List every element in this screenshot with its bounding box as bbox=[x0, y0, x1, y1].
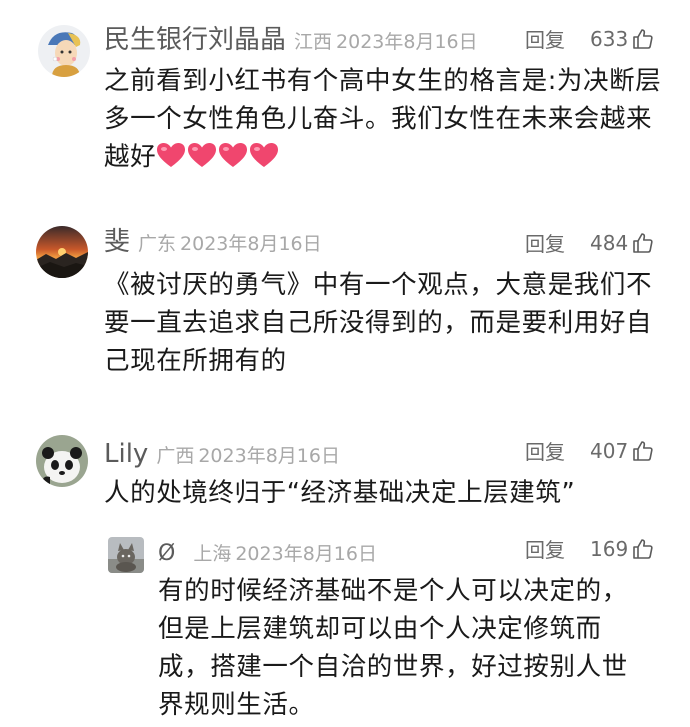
comment-3: Lily 广西 2023年8月16日 回复 407 人的处境终归于“经济基础决定上层… bbox=[0, 415, 690, 525]
like-button[interactable]: 407 bbox=[590, 439, 655, 463]
user-avatar[interactable] bbox=[38, 25, 90, 77]
username[interactable]: Lily bbox=[104, 439, 148, 469]
heart-emoji-group bbox=[156, 142, 280, 169]
username[interactable]: 民生银行刘晶晶 bbox=[104, 25, 286, 55]
thumbs-up-icon bbox=[633, 233, 653, 253]
comment-text: 之前看到小红书有个高中女生的格言是:为决断层多一个女性角色儿奋斗。我们女性在未来… bbox=[104, 66, 662, 172]
heart-icon bbox=[188, 143, 217, 167]
like-count: 169 bbox=[590, 537, 629, 561]
comment-text: 《被讨厌的勇气》中有一个观点，大意是我们不要一直去追求自己所没得到的，而是要利用… bbox=[104, 270, 653, 376]
user-avatar[interactable] bbox=[36, 435, 88, 487]
like-count: 484 bbox=[590, 231, 629, 255]
thumbs-up-icon bbox=[633, 539, 653, 559]
cat-avatar-image bbox=[108, 537, 144, 573]
panda-avatar-image bbox=[36, 435, 88, 487]
reply-location: 上海 bbox=[193, 543, 232, 565]
timestamp: 2023年8月16日 bbox=[336, 31, 478, 53]
heart-icon bbox=[219, 143, 248, 167]
reply-username[interactable]: Ø bbox=[158, 541, 175, 566]
like-button[interactable]: 633 bbox=[590, 27, 655, 51]
reply-text: 有的时候经济基础不是个人可以决定的，但是上层建筑却可以由个人决定修筑而成，搭建一… bbox=[158, 576, 628, 720]
like-count: 407 bbox=[590, 439, 629, 463]
timestamp: 2023年8月16日 bbox=[180, 233, 322, 255]
reply-button[interactable]: 回复 bbox=[525, 234, 565, 254]
girl-with-pearl-earring-avatar-image bbox=[38, 25, 90, 77]
location: 广西 bbox=[156, 445, 195, 467]
reply-button[interactable]: 回复 bbox=[525, 442, 565, 462]
like-button[interactable]: 169 bbox=[590, 537, 655, 561]
reply-comment: Ø 上海 2023年8月16日 回复 169 有的时候经济基础不是个人可以决定的，但… bbox=[0, 525, 690, 727]
thumbs-up-icon bbox=[633, 441, 653, 461]
reply-user-avatar[interactable] bbox=[108, 537, 144, 573]
location: 广东 bbox=[138, 233, 177, 255]
comment-text: 人的处境终归于“经济基础决定上层建筑” bbox=[104, 478, 576, 508]
user-avatar[interactable] bbox=[36, 226, 88, 278]
reply-timestamp: 2023年8月16日 bbox=[235, 543, 377, 565]
reply-button[interactable]: 回复 bbox=[525, 540, 565, 560]
username[interactable]: 斐 bbox=[104, 227, 130, 257]
like-button[interactable]: 484 bbox=[590, 231, 655, 255]
location: 江西 bbox=[294, 31, 333, 53]
reply-button[interactable]: 回复 bbox=[525, 30, 565, 50]
timestamp: 2023年8月16日 bbox=[198, 445, 340, 467]
like-count: 633 bbox=[590, 27, 629, 51]
thumbs-up-icon bbox=[633, 29, 653, 49]
sunset-mountains-avatar-image bbox=[36, 226, 88, 278]
heart-icon bbox=[250, 143, 279, 167]
comment-1: 民生银行刘晶晶 江西 2023年8月16日 回复 633 之前看到小红书有个高中女生… bbox=[0, 0, 690, 200]
comment-2: 斐广东 2023年8月16日 回复 484 《被讨厌的勇气》中有一个观点，大意是我… bbox=[0, 200, 690, 415]
heart-icon bbox=[157, 143, 186, 167]
